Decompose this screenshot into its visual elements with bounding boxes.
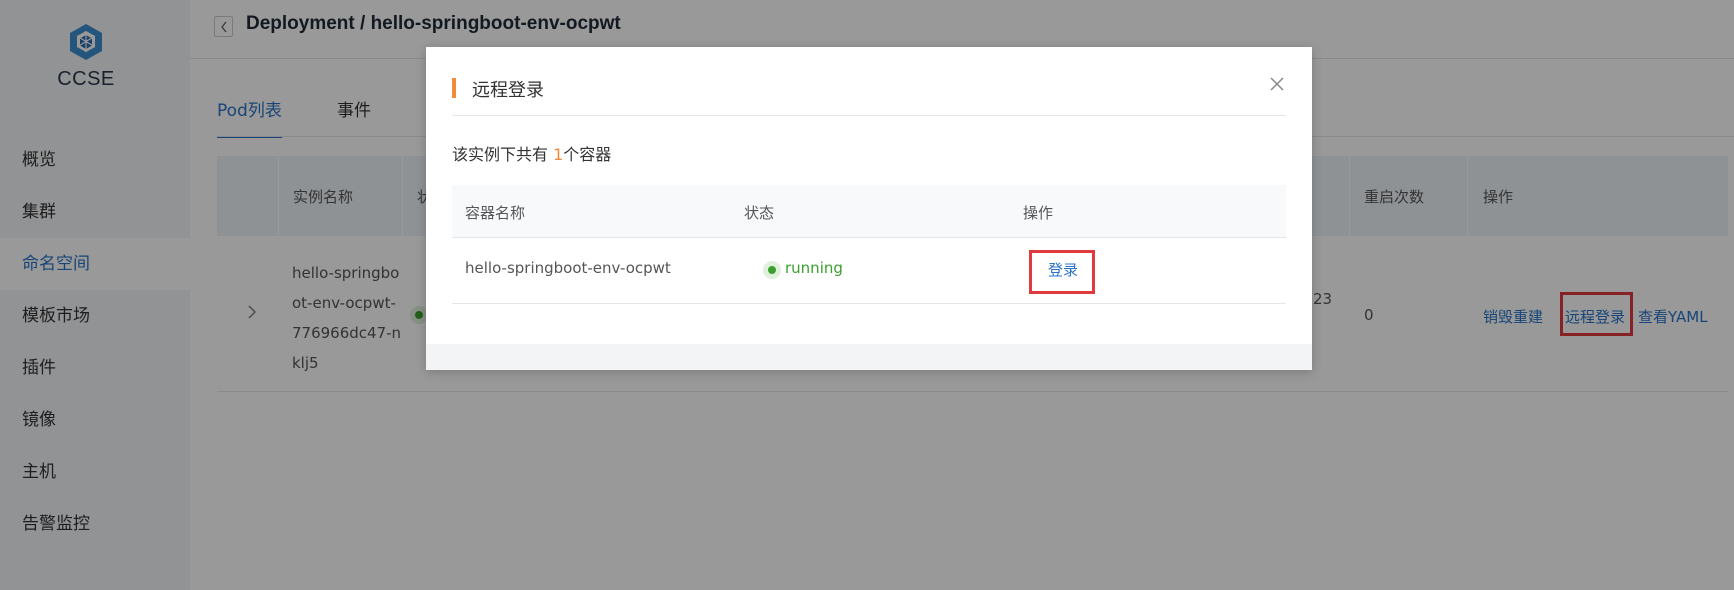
column-header-container-name: 容器名称 bbox=[465, 204, 526, 222]
login-link[interactable]: 登录 bbox=[1048, 259, 1078, 280]
column-header-action: 操作 bbox=[1023, 204, 1054, 222]
container-name: hello-springboot-env-ocpwt bbox=[465, 259, 671, 277]
modal-title: 远程登录 bbox=[472, 80, 544, 101]
container-table-header: 容器名称 状态 操作 bbox=[452, 185, 1286, 238]
container-count-text: 该实例下共有 1个容器 bbox=[452, 141, 611, 165]
info-prefix: 该实例下共有 bbox=[452, 145, 554, 164]
container-status: running bbox=[785, 259, 843, 277]
running-status-icon bbox=[763, 261, 781, 279]
container-row: hello-springboot-env-ocpwt running 登录 bbox=[452, 237, 1286, 304]
info-suffix: 个容器 bbox=[563, 145, 612, 164]
close-button[interactable] bbox=[1268, 75, 1286, 93]
modal-divider bbox=[452, 115, 1286, 116]
remote-login-modal: 远程登录 该实例下共有 1个容器 容器名称 状态 操作 hello-spring… bbox=[426, 47, 1312, 370]
modal-footer bbox=[426, 344, 1312, 370]
title-accent-bar bbox=[452, 78, 456, 98]
close-icon bbox=[1270, 77, 1284, 91]
column-header-status: 状态 bbox=[744, 204, 775, 222]
container-count: 1 bbox=[553, 145, 564, 164]
